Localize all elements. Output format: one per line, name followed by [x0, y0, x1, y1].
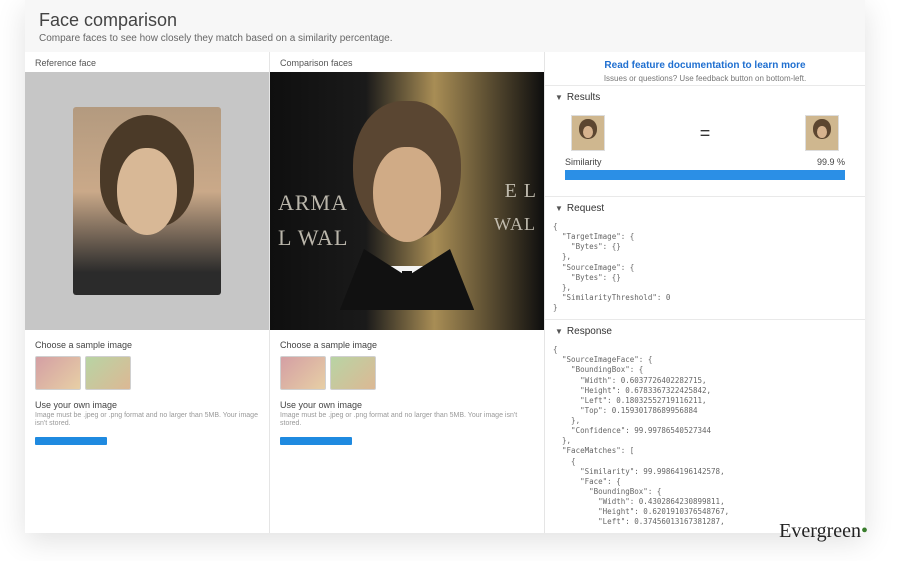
upload-button[interactable]	[280, 437, 352, 445]
sample-thumb[interactable]	[85, 356, 131, 390]
comparison-label: Comparison faces	[270, 52, 544, 72]
own-image-section: Use your own image Image must be .jpeg o…	[35, 400, 259, 445]
response-section: ▼ Response { "SourceImageFace": { "Bound…	[545, 319, 865, 533]
results-header[interactable]: ▼ Results	[545, 86, 865, 109]
watermark-dot-icon: •	[861, 520, 868, 542]
request-section: ▼ Request { "TargetImage": { "Bytes": {}…	[545, 196, 865, 319]
own-image-label: Use your own image	[35, 400, 259, 410]
doc-sub: Issues or questions? Use feedback button…	[551, 74, 859, 83]
comparison-face-image	[323, 92, 491, 310]
results-column: Read feature documentation to learn more…	[545, 52, 865, 533]
comparison-thumbs	[280, 356, 534, 390]
comparison-sample-section: Choose a sample image Use your own image…	[270, 330, 544, 455]
results-title: Results	[567, 92, 600, 103]
request-title: Request	[567, 203, 604, 214]
match-thumb-right	[805, 115, 839, 151]
response-code: { "SourceImageFace": { "BoundingBox": { …	[545, 343, 865, 533]
response-title: Response	[567, 326, 612, 337]
own-image-hint: Image must be .jpeg or .png format and n…	[35, 412, 259, 429]
caret-down-icon: ▼	[555, 204, 563, 213]
panel-header: Face comparison Compare faces to see how…	[25, 0, 865, 52]
equals-icon: =	[700, 123, 711, 144]
similarity-bar	[565, 170, 845, 180]
reference-thumbs	[35, 356, 259, 390]
own-image-label: Use your own image	[280, 400, 534, 410]
results-body: = Similarity 99.9 %	[545, 109, 865, 196]
own-image-hint: Image must be .jpeg or .png format and n…	[280, 412, 534, 429]
caret-down-icon: ▼	[555, 327, 563, 336]
similarity-block: Similarity 99.9 %	[555, 157, 855, 188]
page-subtitle: Compare faces to see how closely they ma…	[39, 33, 851, 44]
doc-link[interactable]: Read feature documentation to learn more	[604, 60, 805, 71]
request-code: { "TargetImage": { "Bytes": {} }, "Sourc…	[545, 220, 865, 319]
similarity-label: Similarity	[565, 157, 602, 167]
response-header[interactable]: ▼ Response	[545, 320, 865, 343]
sample-thumb[interactable]	[35, 356, 81, 390]
bg-text: E L	[505, 180, 537, 203]
caret-down-icon: ▼	[555, 93, 563, 102]
match-row: =	[555, 113, 855, 157]
doc-link-block: Read feature documentation to learn more…	[545, 52, 865, 85]
results-section: ▼ Results = Similarity 99.9 %	[545, 85, 865, 196]
panel-body: Reference face Choose a sample image Use…	[25, 52, 865, 533]
comparison-column: Comparison faces ARMA L WAL E L WAL Choo…	[270, 52, 545, 533]
reference-column: Reference face Choose a sample image Use…	[25, 52, 270, 533]
reference-label: Reference face	[25, 52, 269, 72]
watermark: Evergreen•	[779, 520, 868, 543]
choose-sample-label: Choose a sample image	[35, 340, 259, 350]
app-panel: Face comparison Compare faces to see how…	[25, 0, 865, 533]
request-header[interactable]: ▼ Request	[545, 197, 865, 220]
comparison-image-area[interactable]: ARMA L WAL E L WAL	[270, 72, 544, 330]
similarity-bar-fill	[565, 170, 845, 180]
similarity-value: 99.9 %	[817, 157, 845, 167]
tie	[402, 271, 412, 310]
bg-text: WAL	[494, 214, 536, 235]
own-image-section: Use your own image Image must be .jpeg o…	[280, 400, 534, 445]
match-thumb-left	[571, 115, 605, 151]
reference-face-image	[73, 107, 221, 295]
upload-button[interactable]	[35, 437, 107, 445]
watermark-text: Evergreen	[779, 520, 861, 542]
sample-thumb[interactable]	[280, 356, 326, 390]
reference-image-area[interactable]	[25, 72, 269, 330]
page-title: Face comparison	[39, 10, 851, 31]
reference-sample-section: Choose a sample image Use your own image…	[25, 330, 269, 455]
sample-thumb[interactable]	[330, 356, 376, 390]
similarity-row: Similarity 99.9 %	[565, 157, 845, 167]
choose-sample-label: Choose a sample image	[280, 340, 534, 350]
